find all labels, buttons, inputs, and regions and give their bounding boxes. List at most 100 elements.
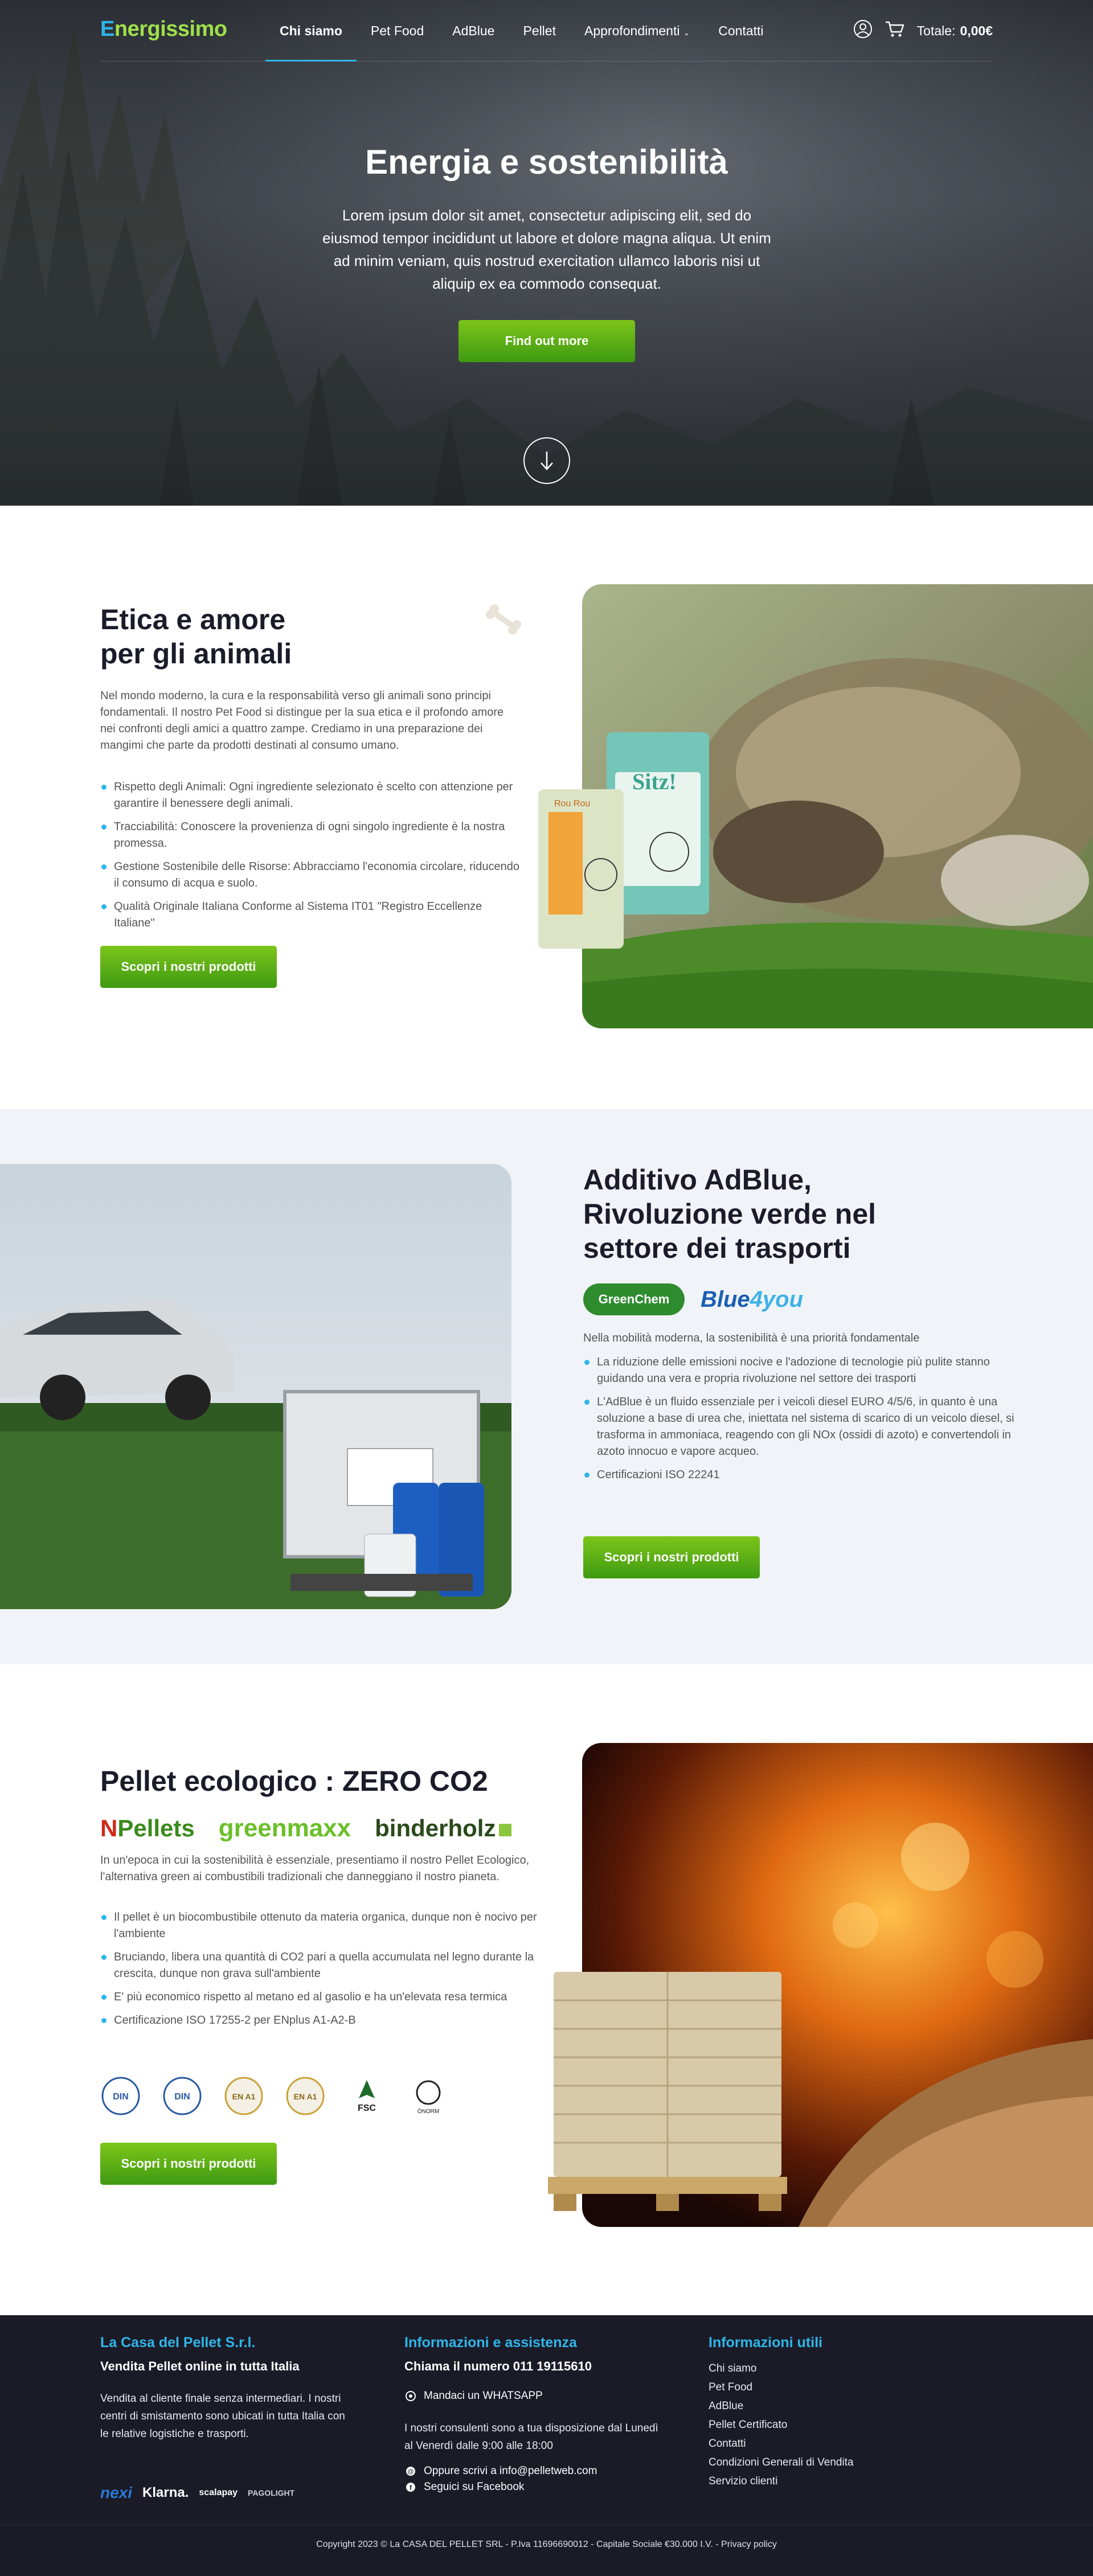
copyright-text: Copyright 2023 © La CASA DEL PELLET SRL …: [316, 2540, 777, 2549]
klarna-logo: Klarna.: [142, 2485, 189, 2500]
footer-links-title: Informazioni utili: [709, 2335, 822, 2351]
list-item: Certificazione ISO 17255-2 per ENplus A1…: [100, 2012, 556, 2029]
list-item: E' più economico rispetto al metano ed a…: [100, 1989, 556, 2005]
email-icon: @: [404, 2465, 417, 2477]
binderholz-logo: binderholz: [375, 1815, 512, 1842]
footer-link-pet-food[interactable]: Pet Food: [709, 2378, 959, 2397]
onorm-icon: ÖNORM: [408, 2075, 449, 2116]
footer-link-condizioni[interactable]: Condizioni Generali di Vendita: [709, 2453, 959, 2472]
svg-text:EN A1: EN A1: [294, 2092, 317, 2101]
facebook-label: Seguici su Facebook: [424, 2481, 525, 2493]
pellet-pallet-image: [548, 1972, 787, 2211]
list-item: Rispetto degli Animali: Ogni ingrediente…: [100, 779, 522, 812]
site-footer: La Casa del Pellet S.r.l. Vendita Pellet…: [0, 2315, 1093, 2576]
adblue-title-line2: Rivoluzione verde nel: [583, 1198, 877, 1230]
greenmaxx-logo: greenmaxx: [218, 1814, 351, 1842]
facebook-link[interactable]: f Seguici su Facebook: [404, 2481, 666, 2493]
pellet-bullet-list: Il pellet è un biocombustibile ottenuto …: [100, 1909, 556, 2036]
whatsapp-label: Mandaci un WHATSAPP: [424, 2390, 543, 2402]
fsc-icon: FSC: [346, 2075, 387, 2116]
footer-company-title: La Casa del Pellet S.r.l.: [100, 2335, 256, 2351]
email-link[interactable]: @ Oppure scrivi a info@pelletweb.com: [404, 2465, 666, 2477]
svg-text:@: @: [407, 2468, 414, 2475]
certification-badges: DIN DIN EN A1 EN A1 FSC ÖNORM: [100, 2075, 469, 2116]
svg-text:DIN: DIN: [113, 2092, 129, 2102]
bag-label-rourou: Rou Rou: [554, 799, 590, 809]
menu-item-approfondimenti-label: Approfondimenti: [584, 23, 680, 38]
email-label: Oppure scrivi a info@pelletweb.com: [424, 2465, 597, 2477]
pagolight-logo: PAGOLIGHT: [248, 2488, 295, 2497]
adblue-title-line1: Additivo AdBlue,: [583, 1164, 812, 1196]
pet-food-bullet-list: Rispetto degli Animali: Ogni ingrediente…: [100, 779, 522, 938]
whatsapp-icon: [404, 2390, 417, 2402]
pet-food-title: Etica e amore per gli animali: [100, 602, 442, 671]
pet-food-section: Etica e amore per gli animali Nel mondo …: [0, 506, 1093, 1109]
footer-link-contatti[interactable]: Contatti: [709, 2434, 959, 2453]
adblue-title: Additivo AdBlue, Rivoluzione verde nel s…: [583, 1163, 982, 1265]
svg-text:FSC: FSC: [358, 2103, 376, 2113]
menu-item-adblue[interactable]: AdBlue: [438, 0, 509, 61]
scalapay-logo: scalapay: [199, 2488, 238, 2497]
cart-icon[interactable]: [885, 20, 904, 41]
pellet-title: Pellet ecologico : ZERO CO2: [100, 1765, 488, 1797]
hero-text: Lorem ipsum dolor sit amet, consectetur …: [322, 207, 771, 292]
enplus-a1-icon: EN A1: [223, 2075, 264, 2116]
main-menu: Chi siamo Pet Food AdBlue Pellet Approfo…: [265, 0, 777, 61]
hero-title: Energia e sostenibilità: [365, 143, 728, 181]
scroll-down-button[interactable]: [523, 437, 570, 484]
footer-phone[interactable]: Chiama il numero 011 19115610: [404, 2359, 666, 2374]
pet-food-intro: Nel mondo moderno, la cura e la responsa…: [100, 690, 504, 752]
footer-assistance-title: Informazioni e assistenza: [404, 2335, 577, 2351]
nexi-logo: nexi: [100, 2484, 133, 2501]
din-plus-icon: DIN: [100, 2075, 141, 2116]
adblue-brand-logos: GreenChem Blue4you: [583, 1282, 803, 1316]
menu-item-contatti[interactable]: Contatti: [704, 0, 777, 61]
menu-item-pet-food[interactable]: Pet Food: [357, 0, 438, 61]
svg-text:EN A1: EN A1: [232, 2092, 256, 2101]
car-and-tanks-photo: [0, 1164, 511, 1609]
menu-item-approfondimenti[interactable]: Approfondimenti ⌄: [570, 0, 704, 61]
adblue-section: Additivo AdBlue, Rivoluzione verde nel s…: [0, 1109, 1093, 1664]
payment-logos: nexi Klarna. scalapay PAGOLIGHT: [100, 2484, 305, 2502]
list-item: Qualità Originale Italiana Conforme al S…: [100, 899, 522, 932]
chevron-down-icon: ⌄: [683, 28, 690, 37]
footer-link-adblue[interactable]: AdBlue: [709, 2397, 959, 2415]
list-item: Il pellet è un biocombustibile ottenuto …: [100, 1909, 556, 1942]
footer-company-column: La Casa del Pellet S.r.l. Vendita Pellet…: [100, 2335, 351, 2443]
arrow-down-icon: [541, 452, 553, 470]
list-item: L'AdBlue è un fluido essenziale per i ve…: [583, 1394, 1027, 1460]
greenchem-logo: GreenChem: [583, 1283, 685, 1315]
din-geprueft-icon: DIN: [162, 2075, 203, 2116]
footer-links-column: Informazioni utili Chi siamo Pet Food Ad…: [709, 2335, 959, 2491]
footer-assistance-column: Informazioni e assistenza Chiama il nume…: [404, 2335, 666, 2497]
list-item: Certificazioni ISO 22241: [583, 1467, 1027, 1483]
cart-total-value[interactable]: 0,00€: [960, 23, 993, 39]
enplus-a1-2-icon: EN A1: [285, 2075, 326, 2116]
footer-link-pellet-certificato[interactable]: Pellet Certificato: [709, 2415, 959, 2434]
user-circle-icon[interactable]: [853, 19, 873, 42]
pellet-section: Pellet ecologico : ZERO CO2 NPellets gre…: [0, 1664, 1093, 2315]
footer-link-chi-siamo[interactable]: Chi siamo: [709, 2359, 959, 2378]
whatsapp-link[interactable]: Mandaci un WHATSAPP: [404, 2390, 666, 2402]
footer-link-servizio-clienti[interactable]: Servizio clienti: [709, 2472, 959, 2491]
pet-food-bags-image: Sitz! Rou Rou: [538, 732, 709, 949]
top-navigation: Energissimo Chi siamo Pet Food AdBlue Pe…: [100, 0, 993, 61]
find-out-more-button[interactable]: Find out more: [459, 320, 635, 362]
list-item: Gestione Sostenibile delle Risorse: Abbr…: [100, 859, 522, 892]
pet-food-title-line1: Etica e amore: [100, 604, 286, 635]
pet-food-products-button[interactable]: Scopri i nostri prodotti: [100, 946, 277, 988]
menu-item-chi-siamo[interactable]: Chi siamo: [265, 0, 357, 61]
blue4you-logo: Blue4you: [701, 1286, 804, 1312]
pellet-brand-logos: NPellets greenmaxx binderholz: [100, 1811, 512, 1845]
site-logo[interactable]: Energissimo: [100, 17, 227, 42]
adblue-products-button[interactable]: Scopri i nostri prodotti: [583, 1536, 760, 1578]
bone-icon: [485, 604, 522, 635]
footer-hours: I nostri consulenti sono a tua disposizi…: [404, 2422, 658, 2452]
pellet-products-button[interactable]: Scopri i nostri prodotti: [100, 2143, 277, 2185]
list-item: Bruciando, libera una quantità di CO2 pa…: [100, 1949, 556, 1982]
cart-total-label: Totale:: [916, 23, 956, 38]
svg-text:DIN: DIN: [174, 2092, 190, 2102]
menu-item-pellet[interactable]: Pellet: [509, 0, 570, 61]
adblue-title-line3: settore dei trasporti: [583, 1232, 851, 1264]
adblue-intro: Nella mobilità moderna, la sostenibilità…: [583, 1332, 920, 1344]
